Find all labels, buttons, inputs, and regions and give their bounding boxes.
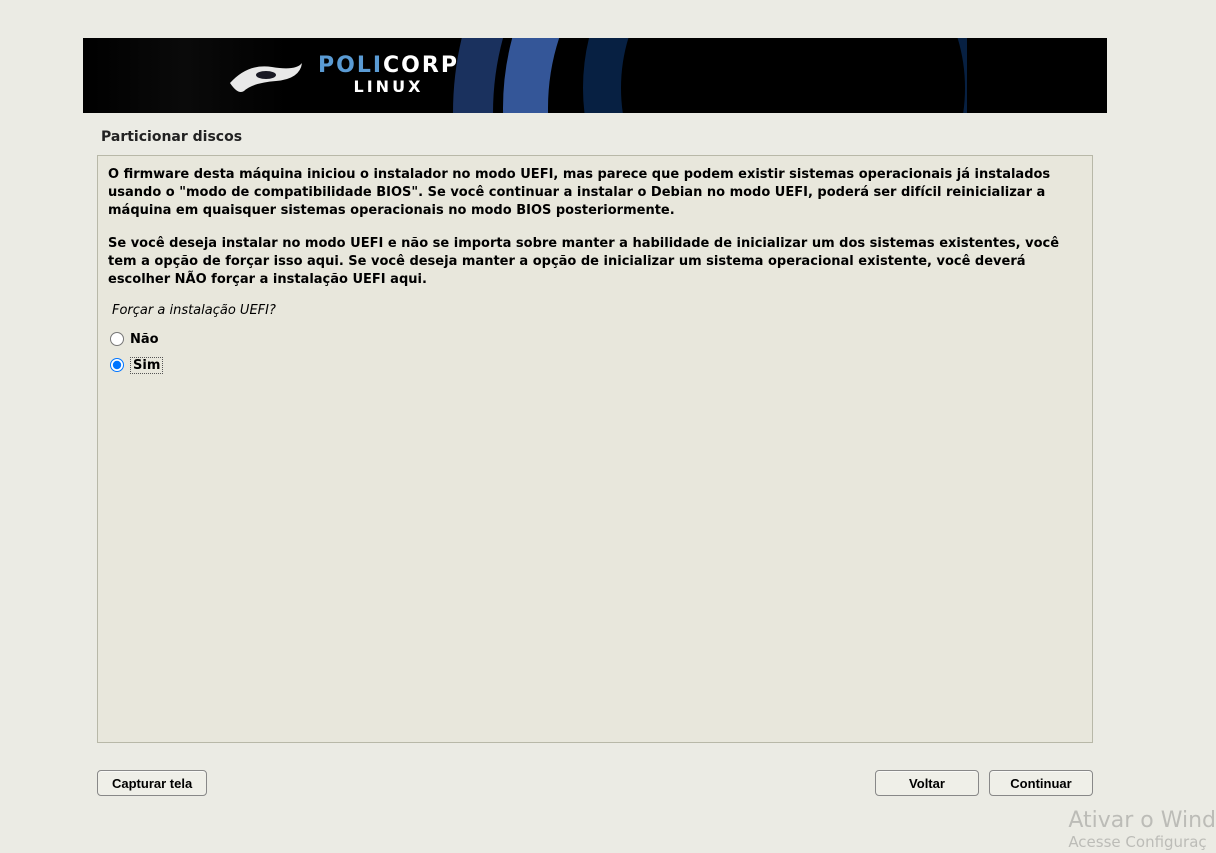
- content-text: O firmware desta máquina iniciou o insta…: [108, 166, 1082, 289]
- banner-right-fade: [967, 38, 1107, 113]
- swoosh-icon: [226, 53, 306, 97]
- watermark-line-2: Acesse Configuraç: [1068, 833, 1216, 851]
- banner: POLICORP LINUX: [83, 38, 1107, 113]
- continue-button[interactable]: Continuar: [989, 770, 1093, 796]
- radio-label-yes: Sim: [130, 357, 163, 374]
- banner-decoration-arc-inner: [583, 38, 1003, 113]
- radio-input-no[interactable]: [110, 332, 124, 346]
- back-button[interactable]: Voltar: [875, 770, 979, 796]
- content-paragraph-1: O firmware desta máquina iniciou o insta…: [108, 166, 1082, 221]
- brand-part1: POLI: [318, 53, 383, 78]
- content-box: O firmware desta máquina iniciou o insta…: [97, 155, 1093, 743]
- radio-label-no: Não: [130, 332, 159, 347]
- brand-part2: CORP: [383, 53, 459, 78]
- brand-subtitle: LINUX: [318, 79, 459, 95]
- step-title: Particionar discos: [83, 113, 1107, 155]
- installer-window: POLICORP LINUX Particionar discos O firm…: [83, 38, 1107, 806]
- brand-logo: POLICORP LINUX: [226, 53, 459, 97]
- brand-text: POLICORP LINUX: [318, 55, 459, 95]
- screenshot-button[interactable]: Capturar tela: [97, 770, 207, 796]
- radio-option-no[interactable]: Não: [110, 326, 1082, 352]
- content-paragraph-2: Se você deseja instalar no modo UEFI e n…: [108, 235, 1082, 290]
- question-label: Forçar a instalação UEFI?: [112, 303, 1082, 318]
- button-bar: Capturar tela Voltar Continuar: [97, 770, 1093, 796]
- radio-option-yes[interactable]: Sim: [110, 352, 1082, 378]
- radio-group-uefi: Não Sim: [110, 326, 1082, 378]
- radio-input-yes[interactable]: [110, 358, 124, 372]
- watermark-line-1: Ativar o Wind: [1068, 808, 1216, 833]
- windows-activation-watermark: Ativar o Wind Acesse Configuraç: [1068, 802, 1216, 853]
